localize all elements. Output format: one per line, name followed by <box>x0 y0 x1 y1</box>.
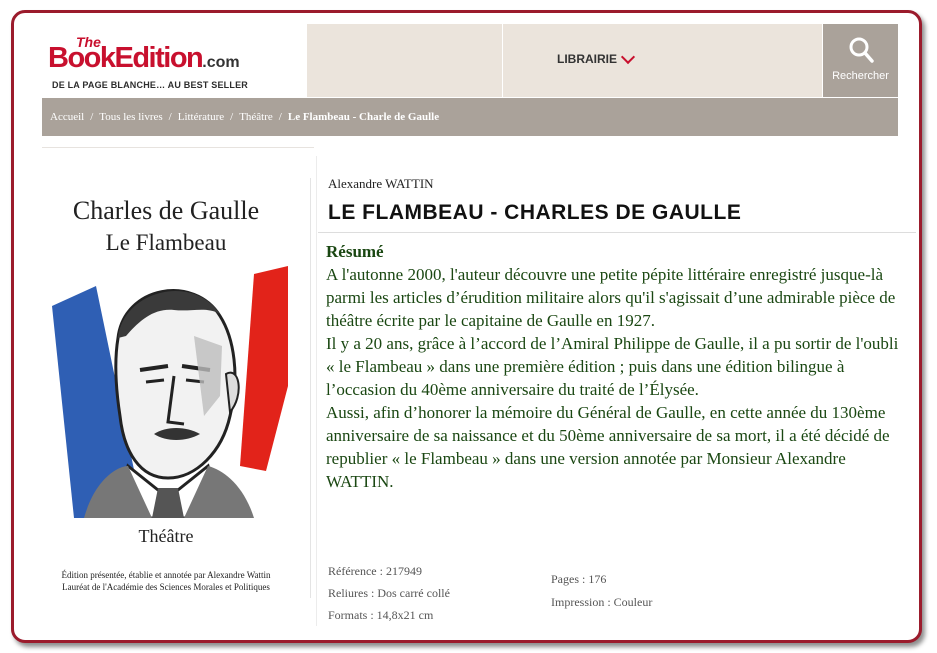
nav-divider <box>502 24 503 97</box>
resume-text: A l'autonne 2000, l'auteur découvre une … <box>326 263 911 493</box>
meta-reference: Référence : 217949 <box>328 564 422 578</box>
breadcrumb-current: Le Flambeau - Charle de Gaulle <box>287 111 440 123</box>
meta-formats: Formats : 14,8x21 cm <box>328 608 434 622</box>
breadcrumb-theatre[interactable]: Théâtre <box>239 111 273 123</box>
logo-tagline: DE LA PAGE BLANCHE… AU BEST SELLER <box>52 80 248 90</box>
resume-paragraph: A l'autonne 2000, l'auteur découvre une … <box>326 265 896 330</box>
breadcrumb-separator: / <box>90 111 94 123</box>
meta-reliures: Reliures : Dos carré collé <box>328 586 450 600</box>
breadcrumb: Accueil / Tous les livres / Littérature / Théâ… <box>42 98 898 136</box>
resume-paragraph: Il y a 20 ans, grâce à l’accord de l’Ami… <box>326 334 899 399</box>
chevron-down-icon <box>620 49 636 64</box>
content-divider <box>316 156 317 626</box>
resume-paragraph: Aussi, afin d’honorer la mémoire du Géné… <box>326 403 890 491</box>
book-author[interactable]: Alexandre WATTIN <box>328 176 434 192</box>
search-label: Rechercher <box>832 70 889 82</box>
breadcrumb-tous-les-livres[interactable]: Tous les livres <box>99 111 162 123</box>
cover-credit-line1: Édition présentée, établie et annotée pa… <box>61 570 271 580</box>
de-gaulle-portrait <box>52 266 288 518</box>
breadcrumb-separator: / <box>168 111 172 123</box>
meta-impression: Impression : Couleur <box>551 595 653 609</box>
logo-brand: BookEdition.com <box>48 42 240 75</box>
resume-heading: Résumé <box>326 242 384 261</box>
cover-credit-line2: Lauréat de l'Académie des Sciences Moral… <box>62 582 270 592</box>
breadcrumb-litterature[interactable]: Littérature <box>178 111 224 123</box>
breadcrumb-separator: / <box>278 111 282 123</box>
search-button[interactable]: Rechercher <box>823 24 898 97</box>
flag-red-band <box>240 266 288 471</box>
book-cover[interactable]: Charles de Gaulle Le Flambeau Théâtre Éd… <box>22 178 311 598</box>
breadcrumb-separator: / <box>230 111 234 123</box>
cover-genre: Théâtre <box>138 526 194 546</box>
title-rule <box>318 232 916 233</box>
logo-brand-text: BookEdition <box>48 42 204 74</box>
librairie-label: LIBRAIRIE <box>557 52 617 66</box>
cover-title-line1: Charles de Gaulle <box>72 196 260 225</box>
librairie-menu[interactable]: LIBRAIRIE <box>557 49 636 66</box>
book-title: LE FLAMBEAU - CHARLES DE GAULLE <box>328 201 742 224</box>
breadcrumb-accueil[interactable]: Accueil <box>50 111 84 123</box>
thumbnail-rule <box>42 147 314 148</box>
search-icon <box>849 37 874 63</box>
logo-com: .com <box>202 54 240 71</box>
cover-title-line2: Le Flambeau <box>105 230 227 255</box>
site-logo[interactable]: The BookEdition.com DE LA PAGE BLANCHE… … <box>48 34 298 96</box>
meta-pages: Pages : 176 <box>551 572 607 586</box>
